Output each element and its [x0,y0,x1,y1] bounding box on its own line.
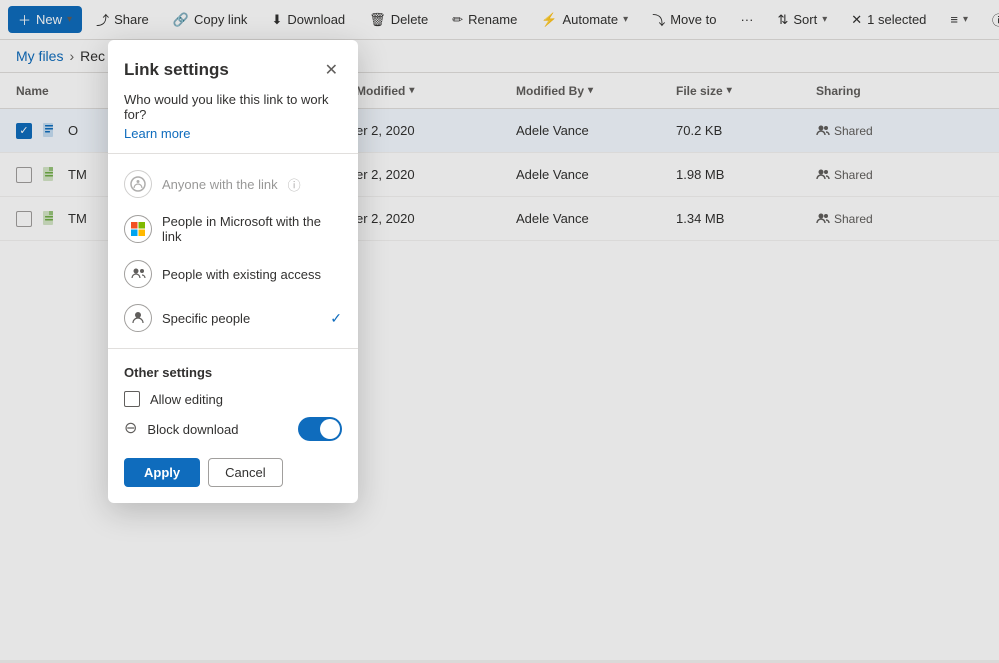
selected-checkmark-icon: ✓ [330,310,342,327]
allow-editing-label: Allow editing [150,392,223,407]
info-icon: ⓘ [288,175,301,194]
learn-more-link[interactable]: Learn more [108,126,358,153]
other-settings-divider [108,348,358,349]
other-settings-label: Other settings [108,357,358,386]
modal-close-button[interactable]: ✕ [321,56,342,84]
modal-footer: Apply Cancel [108,446,358,487]
link-option-existing[interactable]: People with existing access [108,252,358,296]
link-option-microsoft[interactable]: People in Microsoft with the link [108,206,358,252]
microsoft-icon [124,215,152,243]
cancel-button[interactable]: Cancel [208,458,282,487]
modal-divider [108,153,358,154]
link-option-specific[interactable]: Specific people ✓ [108,296,358,340]
option-label: People with existing access [162,267,321,282]
existing-access-icon [124,260,152,288]
allow-editing-row: Allow editing [108,386,358,412]
toggle-knob [320,419,340,439]
option-label: Specific people [162,311,250,326]
modal-subtitle: Who would you like this link to work for… [108,92,358,126]
block-download-toggle[interactable] [298,417,342,441]
modal-title: Link settings [124,60,229,80]
link-option-anyone[interactable]: Anyone with the link ⓘ [108,162,358,206]
block-download-row: ⊖ Block download [108,412,358,446]
block-download-icon: ⊖ [124,421,137,437]
link-settings-modal: Link settings ✕ Who would you like this … [108,40,358,503]
apply-button[interactable]: Apply [124,458,200,487]
modal-header: Link settings ✕ [108,40,358,92]
specific-people-icon [124,304,152,332]
anyone-icon [124,170,152,198]
option-label: People in Microsoft with the link [162,214,342,244]
allow-editing-checkbox[interactable] [124,391,140,407]
block-download-label: Block download [147,422,238,437]
option-label: Anyone with the link [162,177,278,192]
